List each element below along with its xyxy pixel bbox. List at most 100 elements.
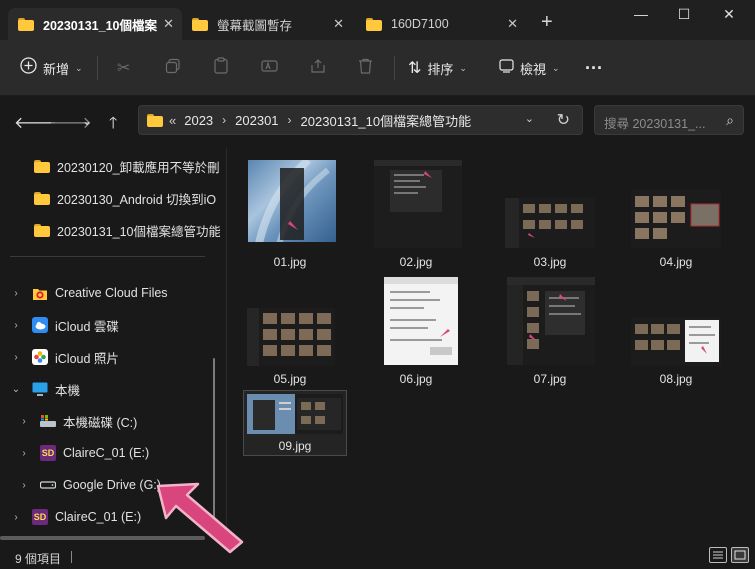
address-bar[interactable]: « 2023 › 202301 › 20230131_10個檔案總管功能 ⌄ ↻ — [138, 105, 583, 135]
chevron-right-icon[interactable]: › — [10, 288, 22, 299]
maximize-button[interactable]: ☐ — [669, 6, 699, 26]
paste-icon — [213, 57, 229, 79]
search-placeholder: 搜尋 20230131_... — [604, 117, 706, 131]
more-options-button[interactable]: ··· — [585, 40, 603, 96]
chevron-right-icon[interactable]: › — [222, 113, 226, 127]
sidebar-item-icloud-drive[interactable]: › iCloud 雲碟 — [10, 311, 119, 339]
chevron-down-icon[interactable]: ⌄ — [10, 384, 22, 395]
status-bar: 9 個項目 — [0, 543, 755, 569]
file-item[interactable]: 06.jpg — [367, 271, 465, 389]
sidebar-item-label: Google Drive (G:) — [63, 478, 161, 492]
paste-button[interactable] — [213, 40, 235, 96]
chevron-right-icon[interactable]: › — [10, 512, 22, 523]
file-item[interactable]: 01.jpg — [241, 154, 339, 272]
trash-icon — [358, 58, 373, 79]
drive-icon — [40, 477, 56, 493]
sidebar-item-claire-e-root[interactable]: › SD ClaireC_01 (E:) — [10, 503, 141, 531]
file-item[interactable]: 08.jpg — [627, 271, 725, 389]
sidebar-item-label: 本機磁碟 (C:) — [63, 415, 138, 430]
rename-button[interactable] — [261, 40, 284, 96]
thumbnail-image — [247, 394, 343, 434]
file-item-selected[interactable]: 09.jpg — [243, 390, 347, 456]
cut-button[interactable]: ✂ — [117, 40, 136, 96]
file-item[interactable]: 03.jpg — [501, 154, 599, 272]
file-item[interactable]: 05.jpg — [241, 271, 339, 389]
breadcrumb-202301[interactable]: 202301 — [235, 113, 278, 128]
tab-160d7100[interactable]: 160D7100 ✕ — [356, 8, 526, 40]
chevron-right-icon[interactable]: › — [18, 416, 30, 427]
icloud-photos-icon — [32, 349, 48, 365]
close-window-button[interactable]: ✕ — [714, 6, 744, 26]
sd-card-icon: SD — [32, 509, 48, 525]
chevron-right-icon[interactable]: › — [18, 480, 30, 491]
minimize-button[interactable]: — — [626, 6, 656, 26]
new-label: 新增 — [43, 61, 70, 77]
file-item[interactable]: 07.jpg — [501, 271, 599, 389]
sidebar-item-label: iCloud 雲碟 — [55, 319, 119, 334]
tab-label: 20230131_10個檔案 — [43, 18, 157, 33]
up-arrow-icon[interactable]: 🡑 — [109, 112, 117, 139]
sidebar-item-local-disk[interactable]: › 本機磁碟 (C:) — [18, 407, 137, 435]
sidebar-folder-20230120[interactable]: 20230120_卸載應用不等於刪 — [34, 152, 220, 180]
toolbar-separator — [97, 56, 98, 80]
chevron-right-icon[interactable]: › — [288, 113, 292, 127]
navigation-bar: 🡐 🡒 ⌄ 🡑 « 2023 › 202301 › 20230131_10個檔案… — [0, 96, 755, 148]
file-name: 05.jpg — [273, 372, 307, 386]
folder-icon — [34, 223, 50, 237]
close-tab-icon[interactable]: ✕ — [333, 16, 344, 32]
thumbnail-view-icon — [734, 550, 746, 560]
file-name: 01.jpg — [273, 255, 307, 269]
sidebar-folder-20230131[interactable]: 20230131_10個檔案總管功能 — [34, 216, 220, 244]
chevron-right-icon[interactable]: › — [10, 352, 22, 363]
folder-icon — [34, 159, 50, 173]
copy-icon — [165, 58, 181, 79]
sidebar-item-label: ClaireC_01 (E:) — [55, 510, 142, 524]
share-button[interactable] — [310, 40, 332, 96]
details-view-icon — [713, 551, 723, 559]
copy-button[interactable] — [165, 40, 187, 96]
sidebar-item-icloud-photos[interactable]: › iCloud 照片 — [10, 343, 119, 371]
thumbnail-image — [505, 198, 595, 248]
chevron-right-icon[interactable]: › — [18, 448, 30, 459]
close-tab-icon[interactable]: ✕ — [507, 16, 518, 32]
details-view-button[interactable] — [709, 547, 727, 563]
sort-icon: ⇅ — [408, 60, 422, 77]
sidebar-item-creative-cloud[interactable]: › Creative Cloud Files — [10, 279, 167, 307]
address-dropdown-icon[interactable]: ⌄ — [525, 112, 534, 125]
tab-screenshots[interactable]: 螢幕截圖暫存 ✕ — [182, 8, 352, 40]
search-input[interactable]: 搜尋 20230131_... ⌕ — [594, 105, 744, 135]
delete-button[interactable] — [358, 40, 379, 96]
tab-20230131[interactable]: 20230131_10個檔案 ✕ — [8, 8, 182, 40]
breadcrumb-current[interactable]: 20230131_10個檔案總管功能 — [301, 111, 472, 130]
view-button[interactable]: 檢視 ⌄ — [499, 40, 560, 96]
chevron-right-icon[interactable]: › — [10, 320, 22, 331]
file-item[interactable]: 02.jpg — [367, 154, 465, 272]
folder-icon — [18, 17, 34, 31]
sidebar-item-claire-e[interactable]: › SD ClaireC_01 (E:) — [18, 439, 149, 467]
sidebar-folder-20230130[interactable]: 20230130_Android 切換到iO — [34, 184, 216, 212]
thumbnail-image — [247, 308, 335, 366]
new-button[interactable]: 新增 ⌄ — [20, 40, 83, 96]
search-icon: ⌕ — [726, 112, 734, 128]
item-count: 9 個項目 — [15, 552, 62, 566]
file-name: 08.jpg — [659, 372, 693, 386]
chevron-down-icon: ⌄ — [459, 62, 467, 73]
sidebar-item-google-drive[interactable]: › Google Drive (G:) — [18, 471, 161, 499]
sort-button[interactable]: ⇅ 排序 ⌄ — [408, 40, 467, 96]
sort-label: 排序 — [427, 61, 454, 77]
view-label: 檢視 — [520, 61, 547, 77]
sidebar-item-this-pc[interactable]: ⌄ 本機 — [10, 375, 80, 403]
recent-chevron-icon[interactable]: ⌄ — [82, 114, 92, 128]
breadcrumb-2023[interactable]: 2023 — [184, 113, 213, 128]
sidebar-item-label: 20230131_10個檔案總管功能 — [57, 224, 220, 239]
file-name: 02.jpg — [399, 255, 433, 269]
file-name: 04.jpg — [659, 255, 693, 269]
thumbnail-image — [374, 160, 462, 248]
folder-icon — [192, 17, 208, 31]
close-tab-icon[interactable]: ✕ — [163, 16, 174, 32]
refresh-icon[interactable]: ↻ — [557, 110, 570, 130]
overflow-crumbs[interactable]: « — [169, 113, 176, 128]
file-item[interactable]: 04.jpg — [627, 154, 725, 272]
new-tab-button[interactable]: + — [541, 12, 553, 32]
thumbnail-view-button[interactable] — [731, 547, 749, 563]
